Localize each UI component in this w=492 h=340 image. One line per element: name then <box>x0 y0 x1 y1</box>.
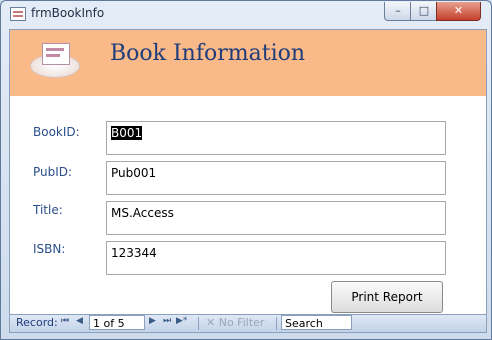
form-window: frmBookInfo – □ ✕ Book Information BookI… <box>0 0 492 340</box>
bookid-value: B001 <box>111 126 143 140</box>
form-icon <box>30 40 80 78</box>
filter-icon: ✕ <box>206 316 219 329</box>
isbn-value: 123344 <box>111 246 157 260</box>
search-input[interactable]: Search <box>281 315 352 330</box>
print-report-button[interactable]: Print Report <box>331 281 443 313</box>
last-record-icon[interactable]: ⏭ <box>163 316 171 326</box>
maximize-button[interactable]: □ <box>410 2 438 21</box>
minimize-button[interactable]: – <box>384 2 412 21</box>
pubid-label: PubID: <box>33 165 73 179</box>
record-label: Record: <box>16 316 58 329</box>
form-app-icon <box>10 7 26 21</box>
bookid-label: BookID: <box>33 125 80 139</box>
record-position-input[interactable]: 1 of 5 <box>89 315 145 330</box>
no-filter-button[interactable]: ✕ No Filter <box>206 316 264 329</box>
title-field[interactable]: MS.Access <box>106 201 446 235</box>
pubid-value: Pub001 <box>111 166 157 180</box>
isbn-field[interactable]: 123344 <box>106 241 446 275</box>
bookid-field[interactable]: B001 <box>106 121 446 155</box>
nav-divider <box>198 317 199 330</box>
filter-label: No Filter <box>218 316 265 329</box>
isbn-label: ISBN: <box>33 242 66 256</box>
title-label: Title: <box>33 203 63 217</box>
title-value: MS.Access <box>111 206 174 220</box>
title-bar: frmBookInfo – □ ✕ <box>1 1 491 27</box>
record-navigation-bar: Record: ⏮ ◀ 1 of 5 ▶ ⏭ ▶* ✕ No Filter Se… <box>9 314 487 333</box>
nav-divider <box>276 317 277 330</box>
page-title: Book Information <box>110 41 306 66</box>
next-record-icon[interactable]: ▶ <box>149 316 156 326</box>
new-record-icon[interactable]: ▶* <box>176 316 187 326</box>
form-header: Book Information <box>10 30 486 96</box>
close-button[interactable]: ✕ <box>436 2 481 21</box>
prev-record-icon[interactable]: ◀ <box>76 316 83 326</box>
first-record-icon[interactable]: ⏮ <box>61 316 69 326</box>
form-body: Book Information BookID: B001 PubID: Pub… <box>9 29 487 316</box>
window-title: frmBookInfo <box>31 6 105 20</box>
pubid-field[interactable]: Pub001 <box>106 161 446 195</box>
